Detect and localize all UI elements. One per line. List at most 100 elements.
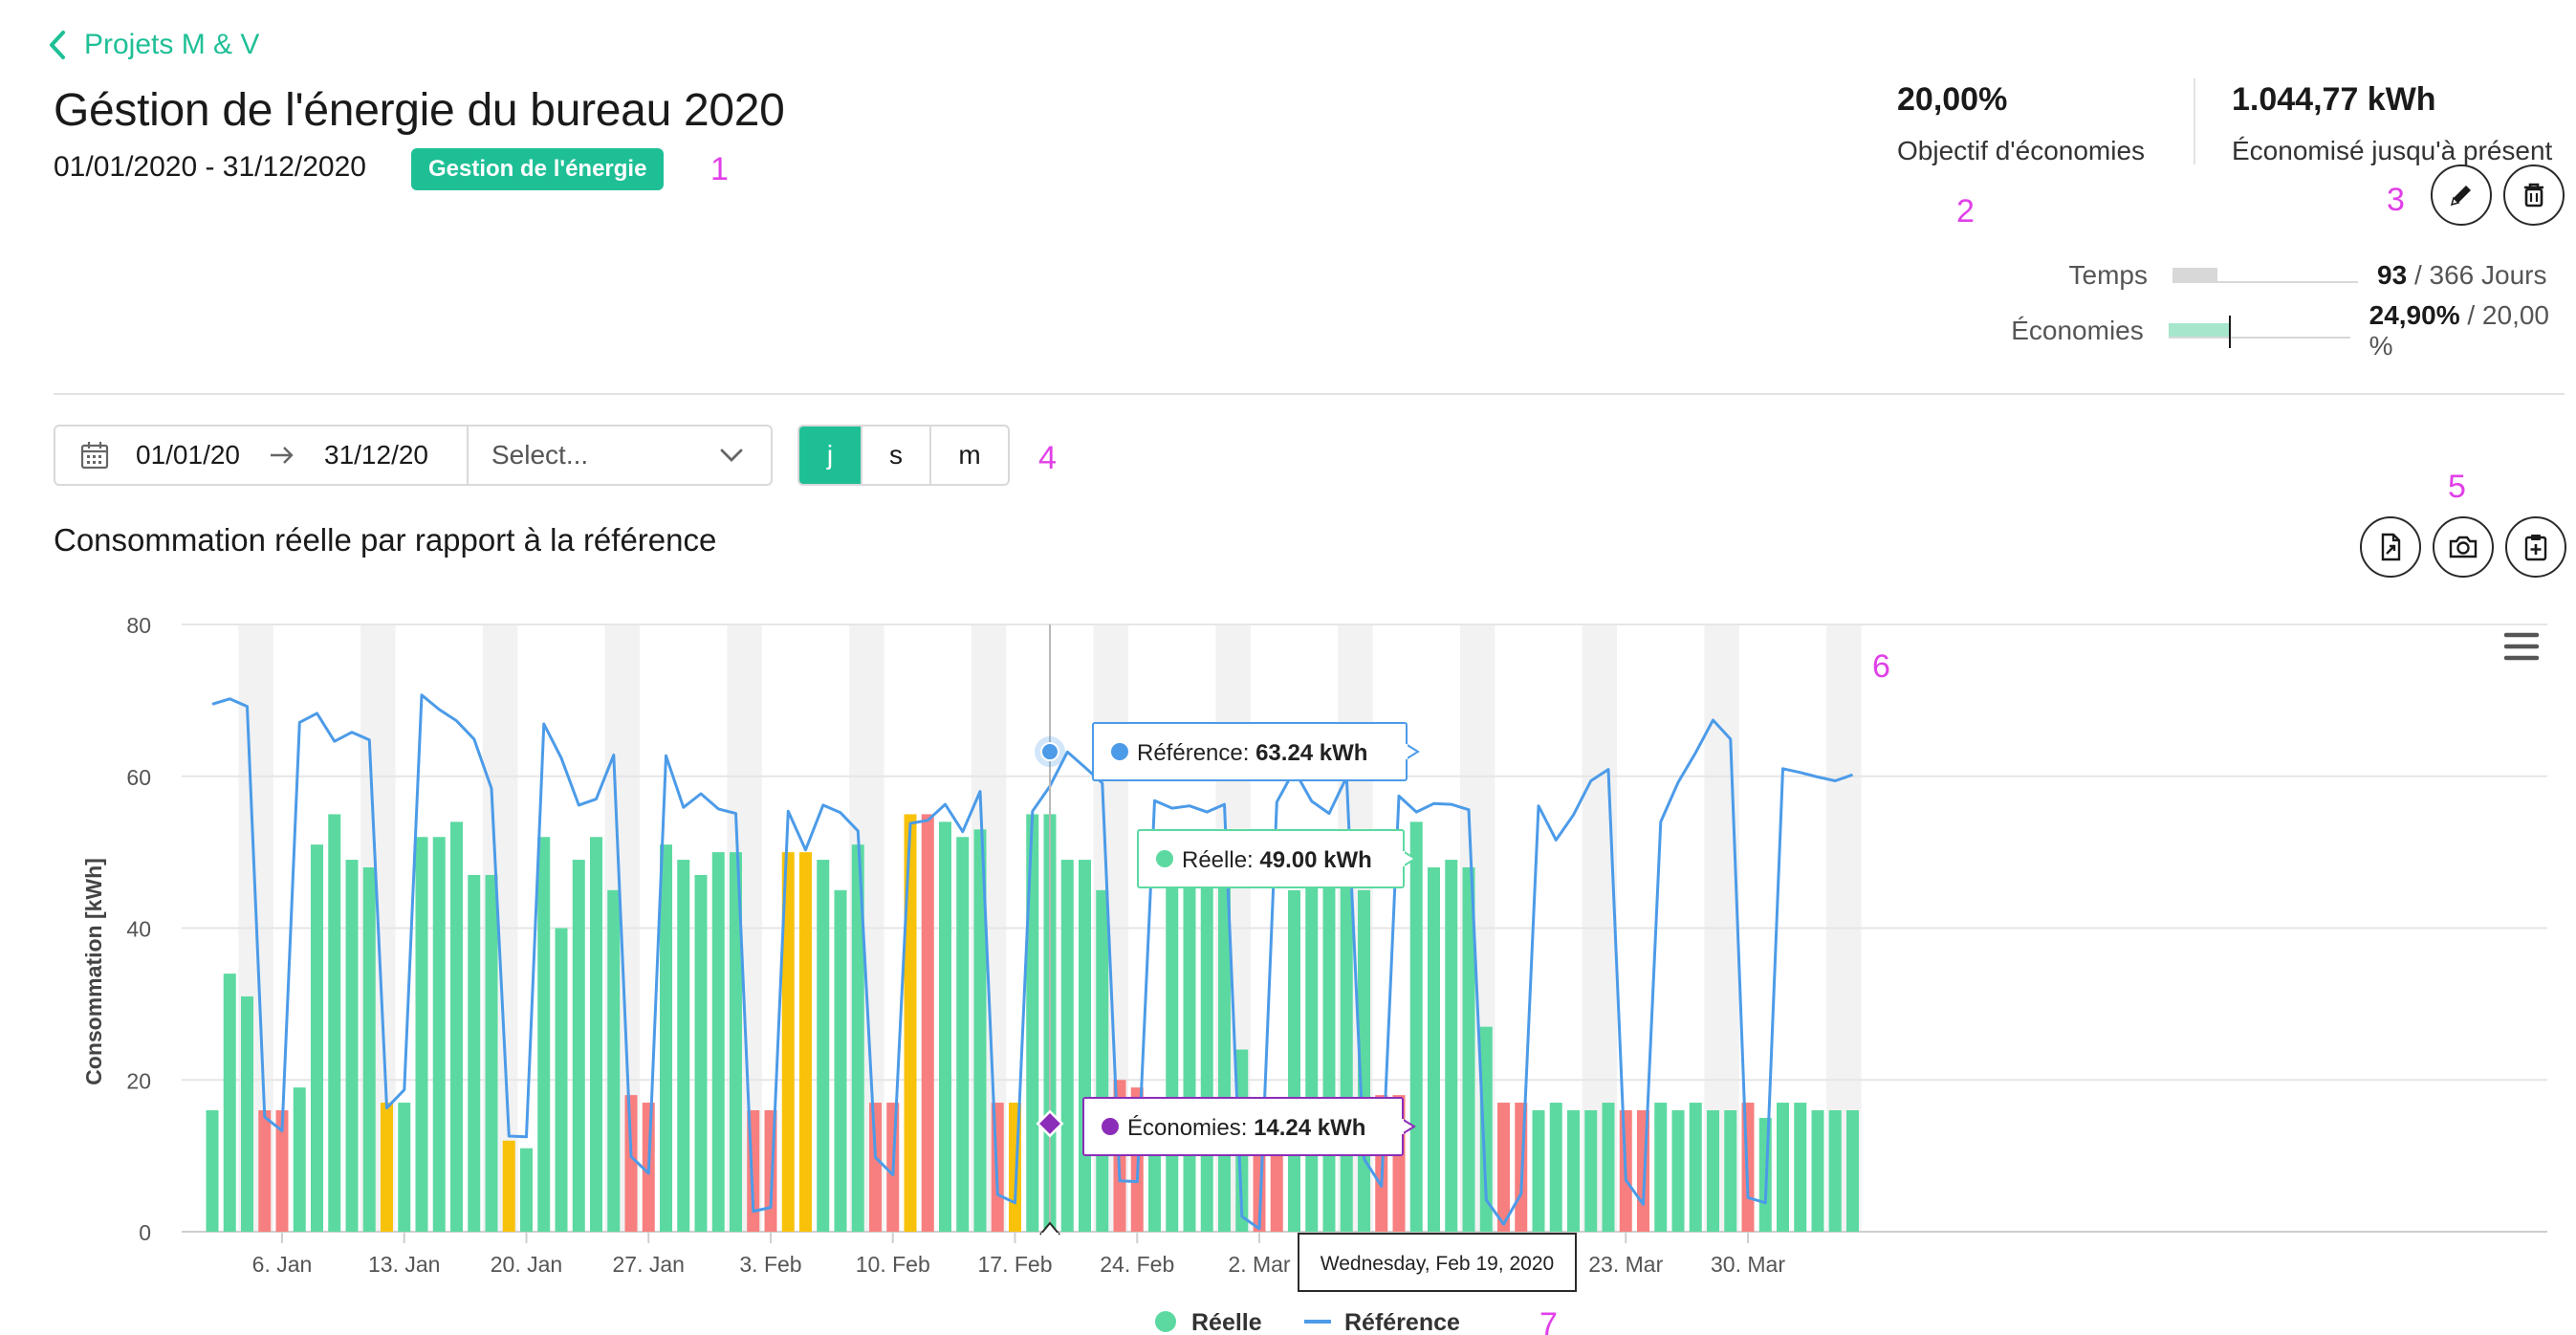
- tooltip-savings-dot: [1102, 1118, 1119, 1135]
- svg-text:Économies: 14.24 kWh: Économies: 14.24 kWh: [1127, 1115, 1365, 1141]
- reelle-bar[interactable]: [956, 837, 970, 1232]
- reelle-bar[interactable]: [1532, 1110, 1545, 1232]
- reelle-bar[interactable]: [624, 1095, 638, 1232]
- reelle-bar[interactable]: [1497, 1103, 1510, 1232]
- reelle-bar[interactable]: [206, 1110, 219, 1232]
- reelle-bar[interactable]: [485, 874, 498, 1232]
- y-axis-label: Consommation [kWh]: [81, 858, 106, 1085]
- tooltip-reference-dot: [1111, 743, 1128, 760]
- tooltip-savings: Économies: 14.24 kWh: [1082, 1097, 1416, 1156]
- y-tick-label: 80: [126, 613, 151, 638]
- reelle-bar[interactable]: [1079, 860, 1091, 1232]
- reelle-bar[interactable]: [1288, 889, 1300, 1232]
- y-tick-label: 20: [126, 1068, 151, 1093]
- reelle-bar[interactable]: [711, 852, 725, 1232]
- reelle-bar[interactable]: [869, 1103, 882, 1232]
- tooltip-savings-label: Économies:: [1127, 1115, 1254, 1141]
- reelle-bar[interactable]: [1654, 1103, 1668, 1232]
- reelle-bar[interactable]: [381, 1103, 393, 1232]
- reelle-bar[interactable]: [537, 837, 551, 1232]
- tooltip-reference-value: 63.24 kWh: [1255, 740, 1367, 766]
- reelle-bar[interactable]: [415, 837, 428, 1232]
- reelle-bar[interactable]: [1060, 860, 1074, 1232]
- reelle-bar[interactable]: [362, 867, 376, 1232]
- svg-text:Réelle: 49.00 kWh: Réelle: 49.00 kWh: [1182, 847, 1372, 873]
- chart-menu-button[interactable]: [2501, 631, 2540, 661]
- reelle-bar[interactable]: [450, 821, 463, 1232]
- reelle-bar[interactable]: [660, 844, 672, 1232]
- legend-reelle-symbol: [1155, 1311, 1176, 1332]
- reelle-bar[interactable]: [1445, 860, 1458, 1232]
- tooltip-reelle-label: Réelle:: [1182, 847, 1259, 873]
- reelle-bar[interactable]: [817, 860, 830, 1232]
- reelle-bar[interactable]: [432, 837, 446, 1232]
- reelle-bar[interactable]: [1183, 837, 1196, 1232]
- reelle-bar[interactable]: [904, 814, 917, 1232]
- reelle-bar[interactable]: [223, 974, 236, 1232]
- reelle-bar[interactable]: [921, 814, 934, 1232]
- reelle-bar[interactable]: [1828, 1110, 1842, 1232]
- reelle-bar[interactable]: [502, 1140, 515, 1232]
- reelle-bar[interactable]: [1689, 1103, 1702, 1232]
- x-tick-label: 30. Mar: [1711, 1252, 1785, 1277]
- reelle-bar[interactable]: [1166, 829, 1179, 1232]
- svg-text:Référence: 63.24 kWh: Référence: 63.24 kWh: [1137, 740, 1367, 766]
- reelle-bar[interactable]: [520, 1148, 533, 1232]
- reelle-bar[interactable]: [328, 814, 341, 1232]
- reelle-bar[interactable]: [694, 874, 708, 1232]
- reelle-bar[interactable]: [590, 837, 602, 1232]
- reelle-bar[interactable]: [1409, 821, 1423, 1232]
- y-tick-label: 0: [139, 1220, 151, 1245]
- reelle-bar[interactable]: [468, 874, 481, 1232]
- x-tick-label: 6. Jan: [252, 1252, 313, 1277]
- reelle-bar[interactable]: [834, 889, 847, 1232]
- reelle-bar[interactable]: [1096, 889, 1109, 1232]
- legend-item-reference[interactable]: Référence: [1304, 1309, 1460, 1335]
- reelle-bar[interactable]: [1026, 814, 1039, 1232]
- reelle-bar[interactable]: [258, 1110, 272, 1232]
- x-tick-label: 23. Mar: [1588, 1252, 1663, 1277]
- x-tick-label: 3. Feb: [739, 1252, 801, 1277]
- reelle-bar[interactable]: [1549, 1103, 1562, 1232]
- reelle-bar[interactable]: [345, 860, 359, 1232]
- tooltip-reference: Référence: 63.24 kWh: [1092, 722, 1420, 781]
- reelle-bar[interactable]: [1200, 837, 1213, 1232]
- reelle-bar[interactable]: [1777, 1103, 1789, 1232]
- x-tick-label: 2. Mar: [1228, 1252, 1291, 1277]
- reelle-bar[interactable]: [555, 928, 568, 1233]
- reelle-bar[interactable]: [1811, 1110, 1824, 1232]
- reelle-bar[interactable]: [1305, 852, 1319, 1232]
- reelle-bar[interactable]: [1707, 1110, 1719, 1232]
- reelle-bar[interactable]: [939, 821, 951, 1232]
- y-tick-label: 60: [126, 765, 151, 790]
- x-tick-label: 20. Jan: [491, 1252, 562, 1277]
- reelle-bar[interactable]: [1602, 1103, 1615, 1232]
- reelle-bar[interactable]: [1846, 1110, 1859, 1232]
- consumption-chart: 0 20 40 60 80 Consommation [kWh] 6. Jan 13. J…: [81, 613, 2547, 1335]
- reelle-bar[interactable]: [398, 1103, 411, 1232]
- savings-point[interactable]: [1036, 1109, 1064, 1138]
- tooltip-reelle: Réelle: 49.00 kWh: [1137, 829, 1417, 888]
- reference-point[interactable]: [1040, 742, 1059, 762]
- reelle-bar[interactable]: [677, 860, 690, 1232]
- reelle-bar[interactable]: [293, 1087, 306, 1232]
- reelle-bar[interactable]: [1322, 874, 1336, 1232]
- reelle-bar[interactable]: [1724, 1110, 1737, 1232]
- reelle-bar[interactable]: [1794, 1103, 1807, 1232]
- reelle-bar[interactable]: [1567, 1110, 1580, 1232]
- y-tick-label: 40: [126, 917, 151, 942]
- legend-reference-label: Référence: [1344, 1309, 1460, 1335]
- reelle-bar[interactable]: [572, 860, 585, 1232]
- reelle-bar[interactable]: [1340, 882, 1353, 1232]
- x-tick-label: 27. Jan: [613, 1252, 685, 1277]
- reelle-bar[interactable]: [607, 889, 621, 1232]
- legend-item-reelle[interactable]: Réelle: [1155, 1309, 1262, 1335]
- x-tick-label: 24. Feb: [1100, 1252, 1174, 1277]
- reelle-bar[interactable]: [1671, 1110, 1685, 1232]
- reelle-bar[interactable]: [1584, 1110, 1598, 1232]
- chart-legend: Réelle Référence: [1155, 1309, 1460, 1335]
- reelle-bar[interactable]: [799, 852, 812, 1232]
- reelle-bar[interactable]: [241, 996, 253, 1232]
- reelle-bar[interactable]: [1428, 867, 1440, 1232]
- reelle-bar[interactable]: [311, 844, 323, 1232]
